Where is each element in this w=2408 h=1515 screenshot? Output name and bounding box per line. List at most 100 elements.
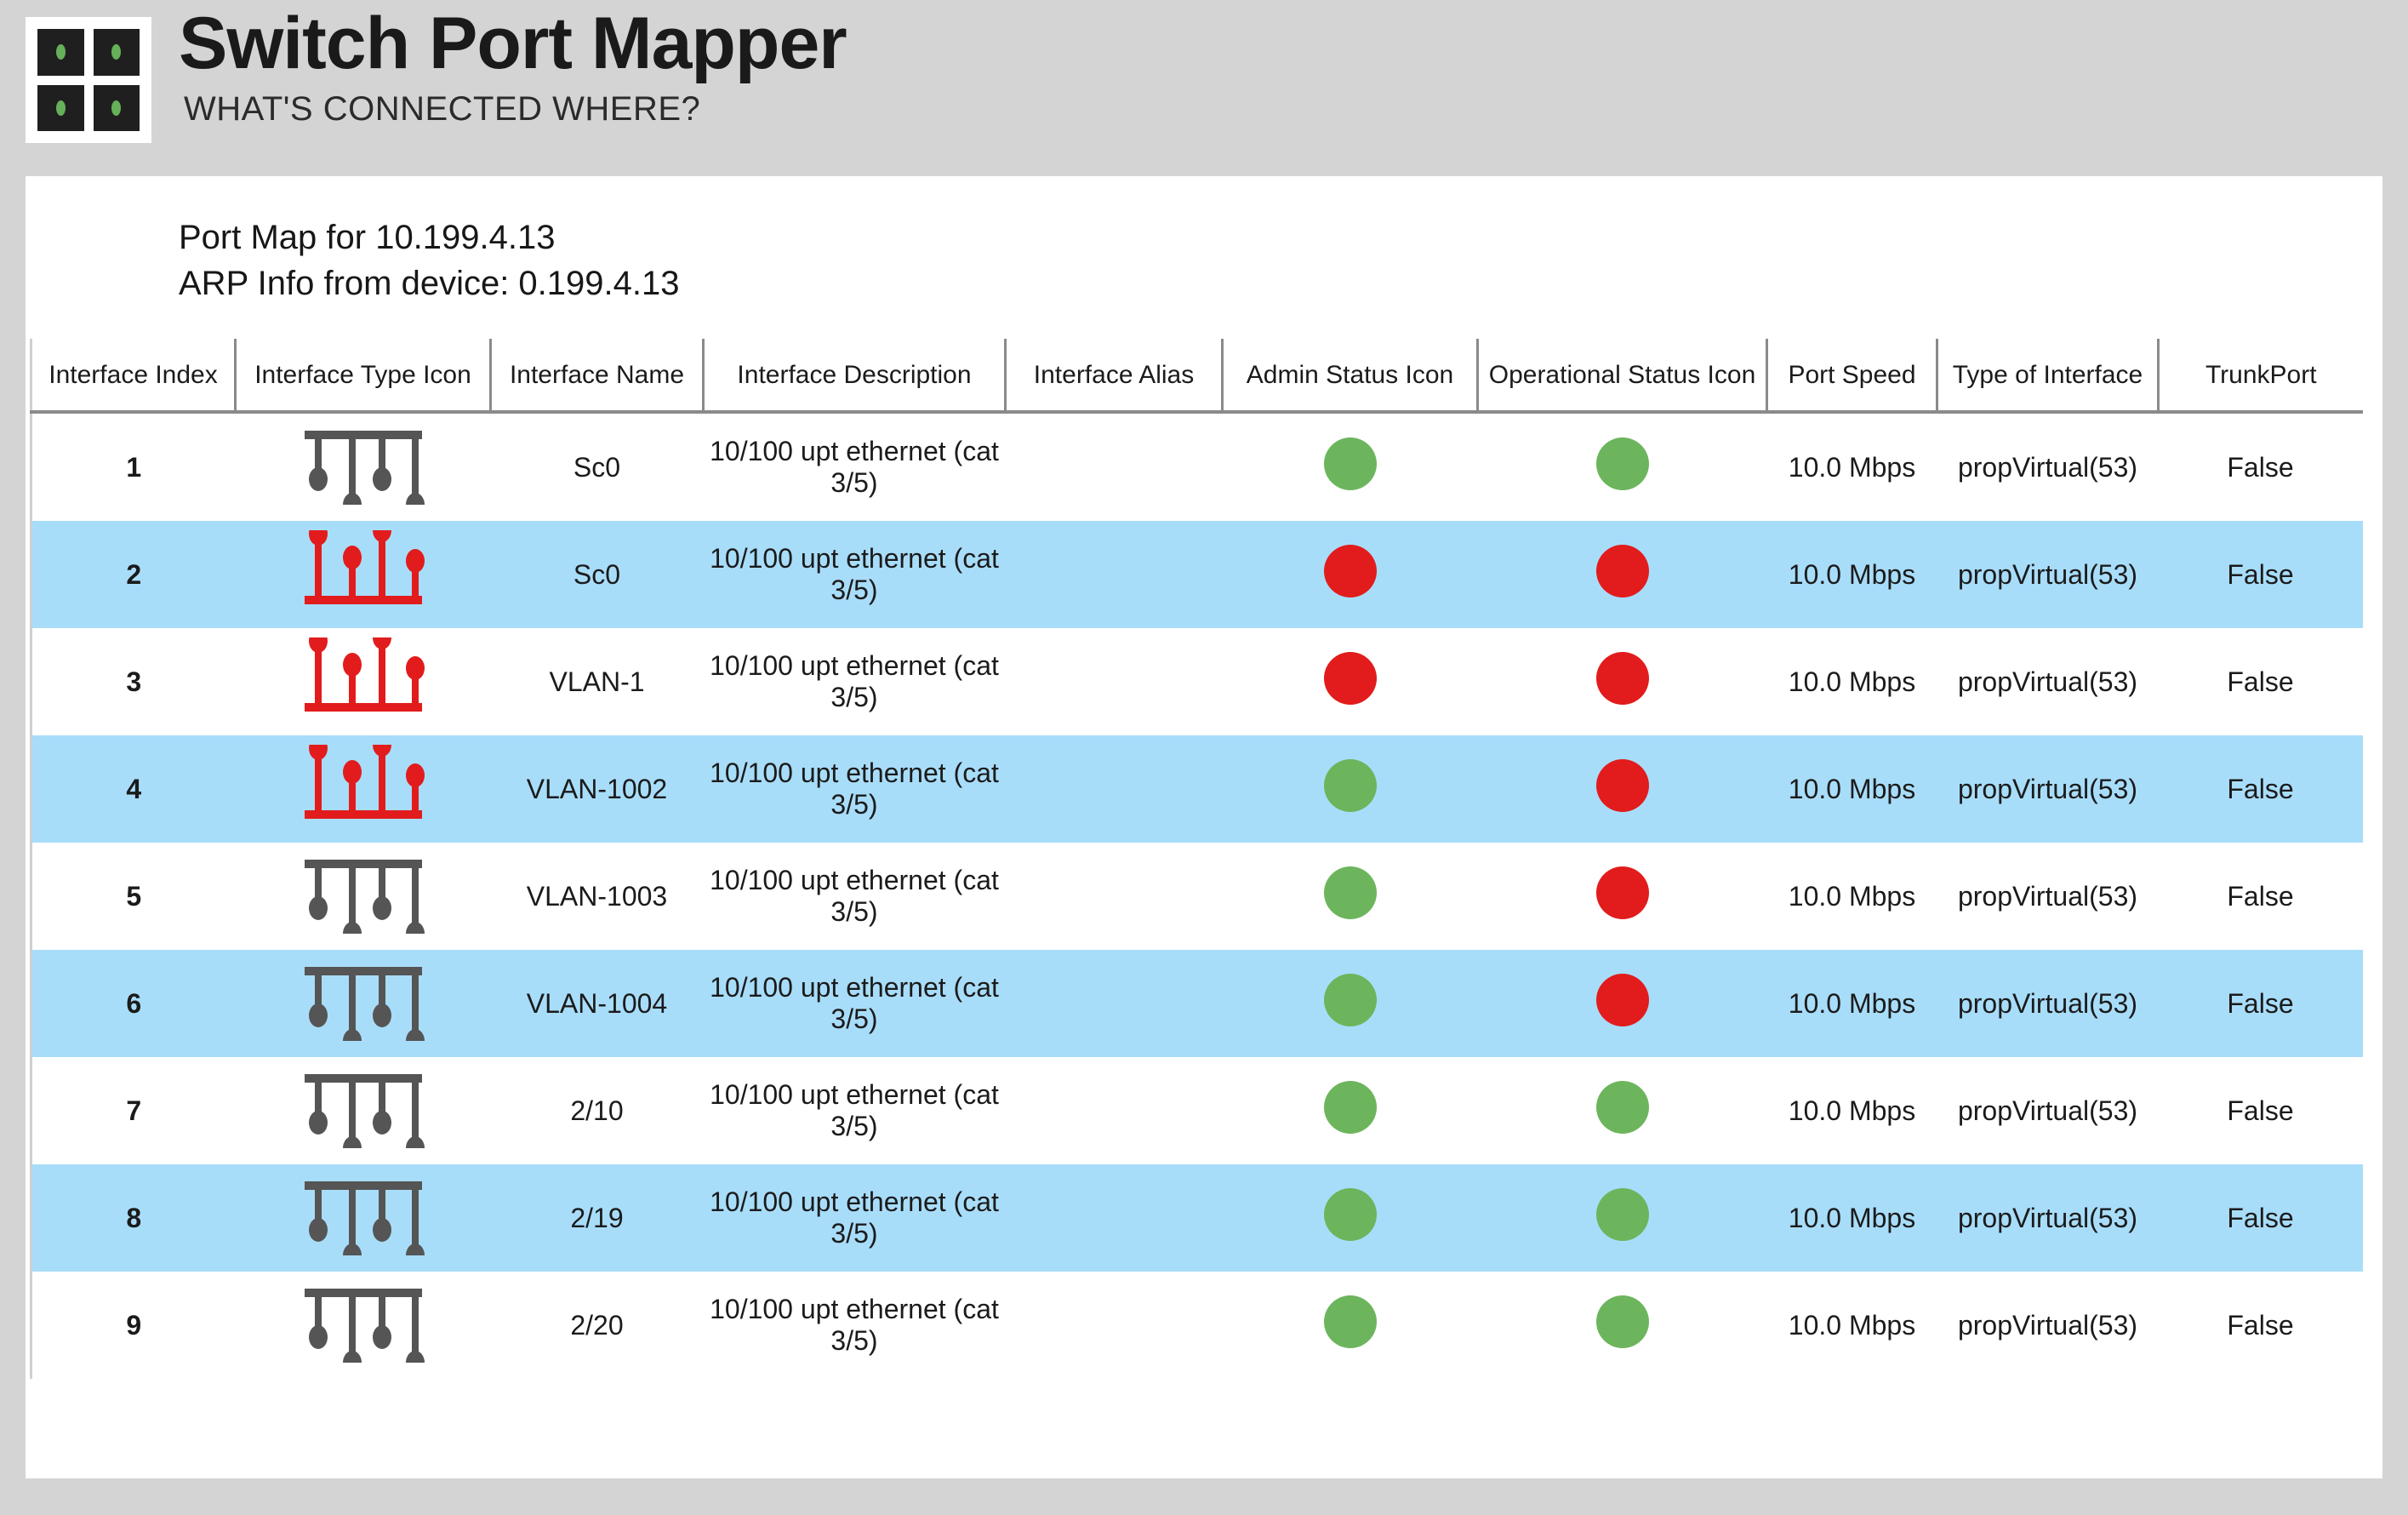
cell-port-speed: 10.0 Mbps bbox=[1788, 666, 1916, 697]
bus-topology-icon bbox=[300, 518, 427, 612]
table-row[interactable]: 7 2/10 10/100 upt ethernet (cat 3/5) 10.0 M… bbox=[30, 1057, 2363, 1164]
cell-interface-name: VLAN-1 bbox=[549, 666, 645, 697]
cell-operational-status bbox=[1477, 950, 1767, 1057]
cell-interface-type-icon bbox=[235, 518, 491, 628]
cell-interface-type-icon bbox=[236, 412, 491, 521]
column-header-interface-index[interactable]: Interface Index bbox=[30, 339, 237, 414]
cell-interface-description: 10/100 upt ethernet (cat 3/5) bbox=[703, 950, 1006, 1057]
cell-operational-status bbox=[1477, 1164, 1767, 1272]
cell-interface-name: VLAN-1004 bbox=[490, 950, 704, 1057]
logo-port-icon bbox=[37, 29, 84, 76]
cell-admin-status bbox=[1223, 1057, 1478, 1164]
cell-admin-status bbox=[1223, 843, 1478, 950]
cell-operational-status bbox=[1478, 628, 1767, 735]
column-header-interface-name[interactable]: Interface Name bbox=[490, 339, 705, 414]
cell-trunk-port: False bbox=[2158, 1164, 2363, 1272]
table-row[interactable]: 1 Sc0 10/100 upt ethernet (cat 3/5) 10.0 Mb… bbox=[30, 412, 2363, 521]
cell-interface-alias bbox=[1005, 950, 1223, 1057]
cell-interface-alias bbox=[1006, 412, 1223, 521]
cell-port-speed: 10.0 Mbps bbox=[1788, 1095, 1916, 1126]
cell-port-speed: 10.0 Mbps bbox=[1766, 1164, 1937, 1272]
column-header-admin-status-icon[interactable]: Admin Status Icon bbox=[1222, 339, 1479, 414]
operational-status-indicator-icon bbox=[1595, 652, 1649, 705]
table-header-row: Interface Index Interface Type Icon Inte… bbox=[30, 339, 2363, 414]
bus-topology-icon bbox=[300, 1281, 427, 1375]
operational-status-indicator-icon bbox=[1595, 759, 1649, 812]
cell-interface-type-icon bbox=[235, 950, 491, 1057]
table-row[interactable]: 5 VLAN-1003 10/100 upt ethernet (cat 3/5) 1… bbox=[30, 843, 2363, 950]
column-header-interface-alias[interactable]: Interface Alias bbox=[1005, 339, 1224, 414]
cell-interface-description: 10/100 upt ethernet (cat 3/5) bbox=[710, 865, 999, 927]
cell-trunk-port: False bbox=[2158, 950, 2363, 1057]
admin-status-indicator-icon bbox=[1323, 974, 1377, 1026]
cell-interface-index: 5 bbox=[30, 843, 236, 950]
column-header-interface-description[interactable]: Interface Description bbox=[703, 339, 1007, 414]
cell-port-speed: 10.0 Mbps bbox=[1766, 735, 1937, 843]
cell-interface-name: 2/20 bbox=[570, 1309, 624, 1341]
cell-trunk-port: False bbox=[2158, 521, 2363, 628]
table-row[interactable]: 8 2/19 10/100 upt ethernet (cat 3/5) 10.0 M… bbox=[30, 1164, 2363, 1272]
bus-topology-icon bbox=[300, 626, 427, 719]
cell-trunk-port: False bbox=[2227, 666, 2294, 697]
logo-port-icon bbox=[37, 84, 84, 131]
table-row[interactable]: 3 VLAN-1 10/100 upt ethernet (cat 3/5) 10.0… bbox=[30, 626, 2363, 735]
logo-port-icon bbox=[93, 29, 140, 76]
table-row[interactable]: 9 2/20 10/100 upt ethernet (cat 3/5) 10.0 M… bbox=[30, 1272, 2363, 1379]
page-subtitle: WHAT'S CONNECTED WHERE? bbox=[184, 90, 701, 128]
column-header-type-of-interface[interactable]: Type of Interface bbox=[1937, 339, 2160, 414]
cell-type-of-interface: propVirtual(53) bbox=[1937, 521, 2159, 628]
cell-type-of-interface: propVirtual(53) bbox=[1957, 451, 2138, 483]
table-row[interactable]: 4 VLAN-1002 10/100 upt ethernet (cat 3/5) 1… bbox=[30, 733, 2363, 843]
column-header-operational-status-icon[interactable]: Operational Status Icon bbox=[1477, 339, 1768, 414]
cell-port-speed: 10.0 Mbps bbox=[1788, 880, 1916, 912]
cell-interface-index: 8 bbox=[30, 1164, 236, 1272]
cell-interface-type-icon bbox=[236, 626, 491, 735]
operational-status-indicator-icon bbox=[1595, 1081, 1649, 1134]
bus-topology-icon bbox=[300, 1174, 427, 1267]
cell-interface-description: 10/100 upt ethernet (cat 3/5) bbox=[703, 1164, 1006, 1272]
cell-interface-alias bbox=[1006, 1272, 1223, 1379]
cell-interface-name: Sc0 bbox=[573, 451, 621, 483]
cell-interface-description: 10/100 upt ethernet (cat 3/5) bbox=[710, 650, 999, 712]
cell-interface-name: VLAN-1003 bbox=[526, 880, 668, 912]
report-card: Port Map for 10.199.4.13 ARP Info from d… bbox=[26, 176, 2382, 1478]
cell-trunk-port: False bbox=[2158, 735, 2363, 843]
column-header-port-speed[interactable]: Port Speed bbox=[1766, 339, 1938, 414]
operational-status-indicator-icon bbox=[1595, 1295, 1649, 1348]
cell-interface-index: 6 bbox=[30, 950, 236, 1057]
cell-type-of-interface: propVirtual(53) bbox=[1957, 1095, 2138, 1126]
cell-interface-index: 9 bbox=[30, 1272, 236, 1379]
cell-trunk-port: False bbox=[2227, 451, 2294, 483]
cell-operational-status bbox=[1478, 412, 1767, 521]
column-header-interface-type-icon[interactable]: Interface Type Icon bbox=[235, 339, 492, 414]
cell-admin-status bbox=[1222, 950, 1478, 1057]
admin-status-indicator-icon bbox=[1323, 1295, 1377, 1348]
cell-interface-description: 10/100 upt ethernet (cat 3/5) bbox=[703, 521, 1006, 628]
cell-type-of-interface: propVirtual(53) bbox=[1957, 880, 2138, 912]
cell-admin-status bbox=[1222, 1164, 1478, 1272]
cell-interface-description: 10/100 upt ethernet (cat 3/5) bbox=[710, 1294, 999, 1356]
cell-interface-index: 4 bbox=[30, 735, 236, 843]
cell-admin-status bbox=[1223, 1272, 1478, 1379]
logo-led-icon bbox=[55, 100, 66, 116]
cell-interface-name: 2/19 bbox=[490, 1164, 704, 1272]
bus-topology-icon bbox=[300, 959, 427, 1053]
report-meta: Port Map for 10.199.4.13 ARP Info from d… bbox=[26, 176, 2382, 306]
admin-status-indicator-icon bbox=[1323, 652, 1377, 705]
cell-port-speed: 10.0 Mbps bbox=[1788, 451, 1916, 483]
admin-status-indicator-icon bbox=[1323, 759, 1377, 812]
logo-led-icon bbox=[55, 44, 66, 60]
column-header-trunk-port[interactable]: TrunkPort bbox=[2158, 339, 2363, 414]
cell-interface-index: 1 bbox=[30, 412, 236, 521]
admin-status-indicator-icon bbox=[1323, 545, 1377, 597]
port-table: Interface Index Interface Type Icon Inte… bbox=[30, 339, 2363, 1379]
cell-operational-status bbox=[1477, 521, 1767, 628]
cell-interface-type-icon bbox=[235, 1164, 491, 1272]
table-row[interactable]: 6 VLAN-1004 10/100 upt ethernet (cat 3/5) 1… bbox=[30, 950, 2363, 1057]
cell-port-speed: 10.0 Mbps bbox=[1788, 1309, 1916, 1341]
table-body: 1 Sc0 10/100 upt ethernet (cat 3/5) 10.0 Mb… bbox=[30, 412, 2363, 1379]
table-row[interactable]: 2 Sc0 10/100 upt ethernet (cat 3/5) 10.0 Mb… bbox=[30, 518, 2363, 628]
cell-interface-alias bbox=[1005, 735, 1223, 843]
cell-interface-alias bbox=[1006, 1057, 1223, 1164]
cell-interface-type-icon bbox=[236, 1272, 491, 1379]
